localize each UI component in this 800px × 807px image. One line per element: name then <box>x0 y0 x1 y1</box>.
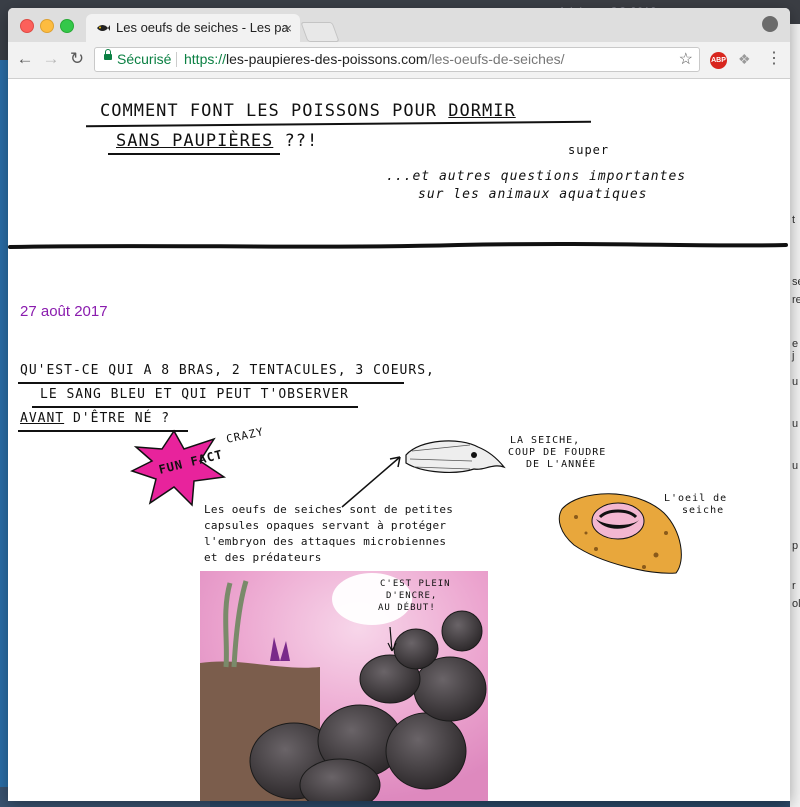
background-snippet: u <box>792 418 799 430</box>
background-snippet: olli <box>792 598 800 610</box>
pointer-arrow-icon <box>341 456 401 508</box>
url-scheme: https:// <box>184 51 227 67</box>
eye-caption-2: seiche <box>682 505 725 516</box>
menu-icon[interactable]: ⋮ <box>766 49 782 69</box>
background-snippet: u <box>792 460 799 472</box>
comic-text-2: capsules opaques servant à protéger <box>204 519 447 532</box>
comic-text-4: et des prédateurs <box>204 551 322 564</box>
header-underline-2 <box>108 153 280 155</box>
close-tab-icon[interactable]: × <box>284 14 292 42</box>
background-snippet: u <box>792 376 799 388</box>
url-host: les-paupieres-des-poissons.com <box>226 51 428 67</box>
lock-icon <box>104 49 112 60</box>
comic-question-2: LE SANG BLEU ET QUI PEUT T'OBSERVER <box>40 387 349 402</box>
header-marks: ??! <box>284 131 319 151</box>
header-divider-line <box>8 242 788 249</box>
cuttlefish-illustration-icon <box>405 440 506 473</box>
header-paupieres: SANS PAUPIÈRES <box>116 131 274 151</box>
new-tab-button[interactable] <box>300 22 340 42</box>
header-super: super <box>568 143 610 157</box>
address-bar[interactable]: Sécurisé https://les-paupieres-des-poiss… <box>94 47 700 72</box>
cuttlefish-caption-2: COUP DE FOUDRE <box>508 447 607 458</box>
url-text[interactable]: https://les-paupieres-des-poissons.com/l… <box>184 48 565 71</box>
comic-text-3: l'embryon des attaques microbiennes <box>204 535 447 548</box>
close-window-button[interactable] <box>20 19 34 33</box>
maximize-window-button[interactable] <box>60 19 74 33</box>
browser-toolbar: ← → ↻ Sécurisé https://les-paupieres-des… <box>8 42 790 79</box>
back-arrow-icon[interactable]: ← <box>14 48 36 70</box>
url-path: /les-oeufs-de-seiches/ <box>427 51 565 67</box>
cuttlefish-caption-1: LA SEICHE, <box>510 435 581 446</box>
comic-text-1: Les oeufs de seiches sont de petites <box>204 503 454 516</box>
post-date[interactable]: 27 août 2017 <box>20 303 108 320</box>
dropbox-icon[interactable]: ❖ <box>738 51 751 68</box>
header-dormir: DORMIR <box>448 101 516 121</box>
forward-arrow-icon[interactable]: → <box>40 48 62 70</box>
bubble-text-1: C'EST PLEIN <box>380 579 451 589</box>
background-snippet: p <box>792 540 799 552</box>
background-snippet: e j <box>792 338 799 362</box>
bookmark-star-icon[interactable]: ☆ <box>679 48 693 71</box>
title-bar: Les oeufs de seiches - Les pa × <box>8 8 790 42</box>
background-snippet: se <box>792 276 800 288</box>
background-snippet: r <box>792 580 796 592</box>
comic-underline <box>32 406 358 408</box>
header-tagline-1: ...et autres questions importantes <box>386 169 687 184</box>
comic-question-3: AVANT D'ÊTRE NÉ ? <box>20 411 170 426</box>
profile-icon[interactable] <box>762 16 778 32</box>
background-snippet: t <box>792 214 796 226</box>
background-app-panel <box>790 0 800 807</box>
header-title-line1: COMMENT FONT LES POISSONS POUR DORMIR <box>100 101 516 121</box>
browser-window: Les oeufs de seiches - Les pa × ← → ↻ Sé… <box>8 8 790 801</box>
eye-caption-1: L'oeil de <box>664 493 728 504</box>
fish-favicon-icon <box>97 25 110 31</box>
desktop-background-left <box>0 60 8 807</box>
comic-avant: AVANT <box>20 411 65 426</box>
browser-tab[interactable]: Les oeufs de seiches - Les pa × <box>86 14 300 42</box>
page-content: COMMENT FONT LES POISSONS POUR DORMIR SA… <box>8 79 790 801</box>
cuttlefish-eggs-illustration-icon <box>200 571 488 801</box>
secure-label: Sécurisé <box>117 51 172 67</box>
comic-question-1: QU'EST-CE QUI A 8 BRAS, 2 TENTACULES, 3 … <box>20 363 435 378</box>
header-title-line2: SANS PAUPIÈRES ??! <box>116 131 318 151</box>
comic-underline <box>18 382 404 384</box>
background-snippet: re <box>792 294 800 306</box>
adblock-icon[interactable]: ABP <box>710 52 727 69</box>
address-separator <box>176 52 177 67</box>
header-underline <box>86 120 591 128</box>
bubble-text-2: D'ENCRE, <box>386 591 438 601</box>
minimize-window-button[interactable] <box>40 19 54 33</box>
reload-icon[interactable]: ↻ <box>66 48 88 70</box>
tab-title: Les oeufs de seiches - Les pa <box>116 20 289 35</box>
bubble-text-3: AU DÉBUT! <box>378 603 436 613</box>
header-title-part: COMMENT FONT LES POISSONS POUR <box>100 101 438 121</box>
header-tagline-2: sur les animaux aquatiques <box>418 187 648 202</box>
cuttlefish-caption-3: DE L'ANNÉE <box>526 459 597 470</box>
comic-etre-ne: D'ÊTRE NÉ ? <box>72 411 171 426</box>
